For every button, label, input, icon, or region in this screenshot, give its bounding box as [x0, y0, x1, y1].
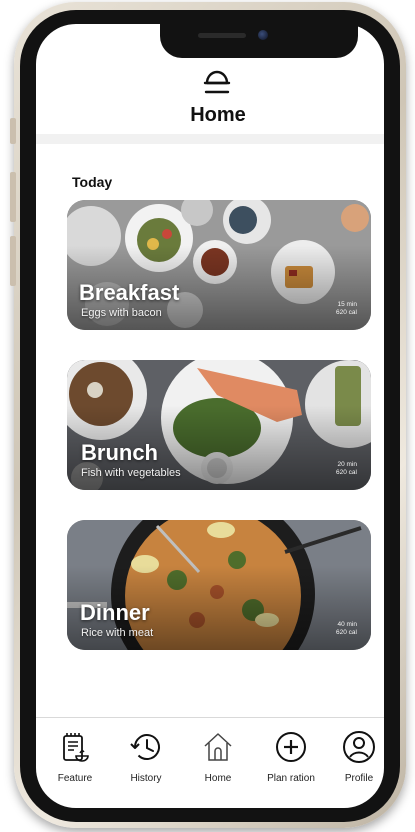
meal-calories: 620 cal: [336, 629, 357, 636]
meal-cloche-icon: [203, 70, 231, 94]
history-clock-icon: [130, 734, 160, 760]
meal-title: Brunch: [81, 440, 158, 465]
nav-label: Profile: [344, 773, 374, 784]
nav-label: Feature: [57, 773, 93, 784]
header-divider: [36, 134, 384, 144]
meal-title: Breakfast: [79, 280, 180, 305]
meal-subtitle: Eggs with bacon: [81, 307, 162, 319]
home-icon: [204, 733, 232, 761]
meal-calories: 620 cal: [336, 469, 357, 476]
recipe-clipboard-icon: [63, 733, 89, 762]
meal-card-breakfast[interactable]: Breakfast Eggs with bacon 15 min 620 cal: [67, 200, 371, 330]
meal-subtitle: Fish with vegetables: [81, 467, 181, 479]
plus-circle-icon: [276, 732, 306, 762]
phone-side-button: [10, 172, 16, 222]
page-title: Home: [190, 104, 246, 126]
meal-title: Dinner: [80, 600, 150, 625]
phone-side-button: [10, 236, 16, 286]
meal-card-brunch[interactable]: Brunch Fish with vegetables 20 min 620 c…: [67, 360, 371, 490]
phone-camera: [258, 30, 268, 40]
phone-notch: [160, 24, 358, 58]
meal-time: 15 min: [337, 301, 357, 308]
meal-subtitle: Rice with meat: [81, 627, 154, 639]
nav-label: History: [130, 773, 162, 784]
nav-label: Plan ration: [267, 773, 315, 784]
meal-time: 20 min: [337, 461, 357, 468]
nav-item-plan-ration[interactable]: Plan ration: [256, 730, 326, 792]
nav-label: Home: [204, 773, 232, 784]
meal-calories: 620 cal: [336, 309, 357, 316]
section-label-today: Today: [72, 174, 113, 190]
phone-speaker: [198, 33, 246, 38]
profile-avatar-icon: [343, 731, 375, 763]
nav-item-home[interactable]: Home: [183, 730, 253, 792]
meal-time: 40 min: [337, 621, 357, 628]
nav-item-history[interactable]: History: [111, 730, 181, 792]
nav-item-feature[interactable]: Feature: [40, 730, 110, 792]
meal-card-dinner[interactable]: Dinner Rice with meat 40 min 620 cal: [67, 520, 371, 650]
bottom-nav-divider: [36, 717, 384, 718]
nav-item-profile[interactable]: Profile: [324, 730, 394, 792]
